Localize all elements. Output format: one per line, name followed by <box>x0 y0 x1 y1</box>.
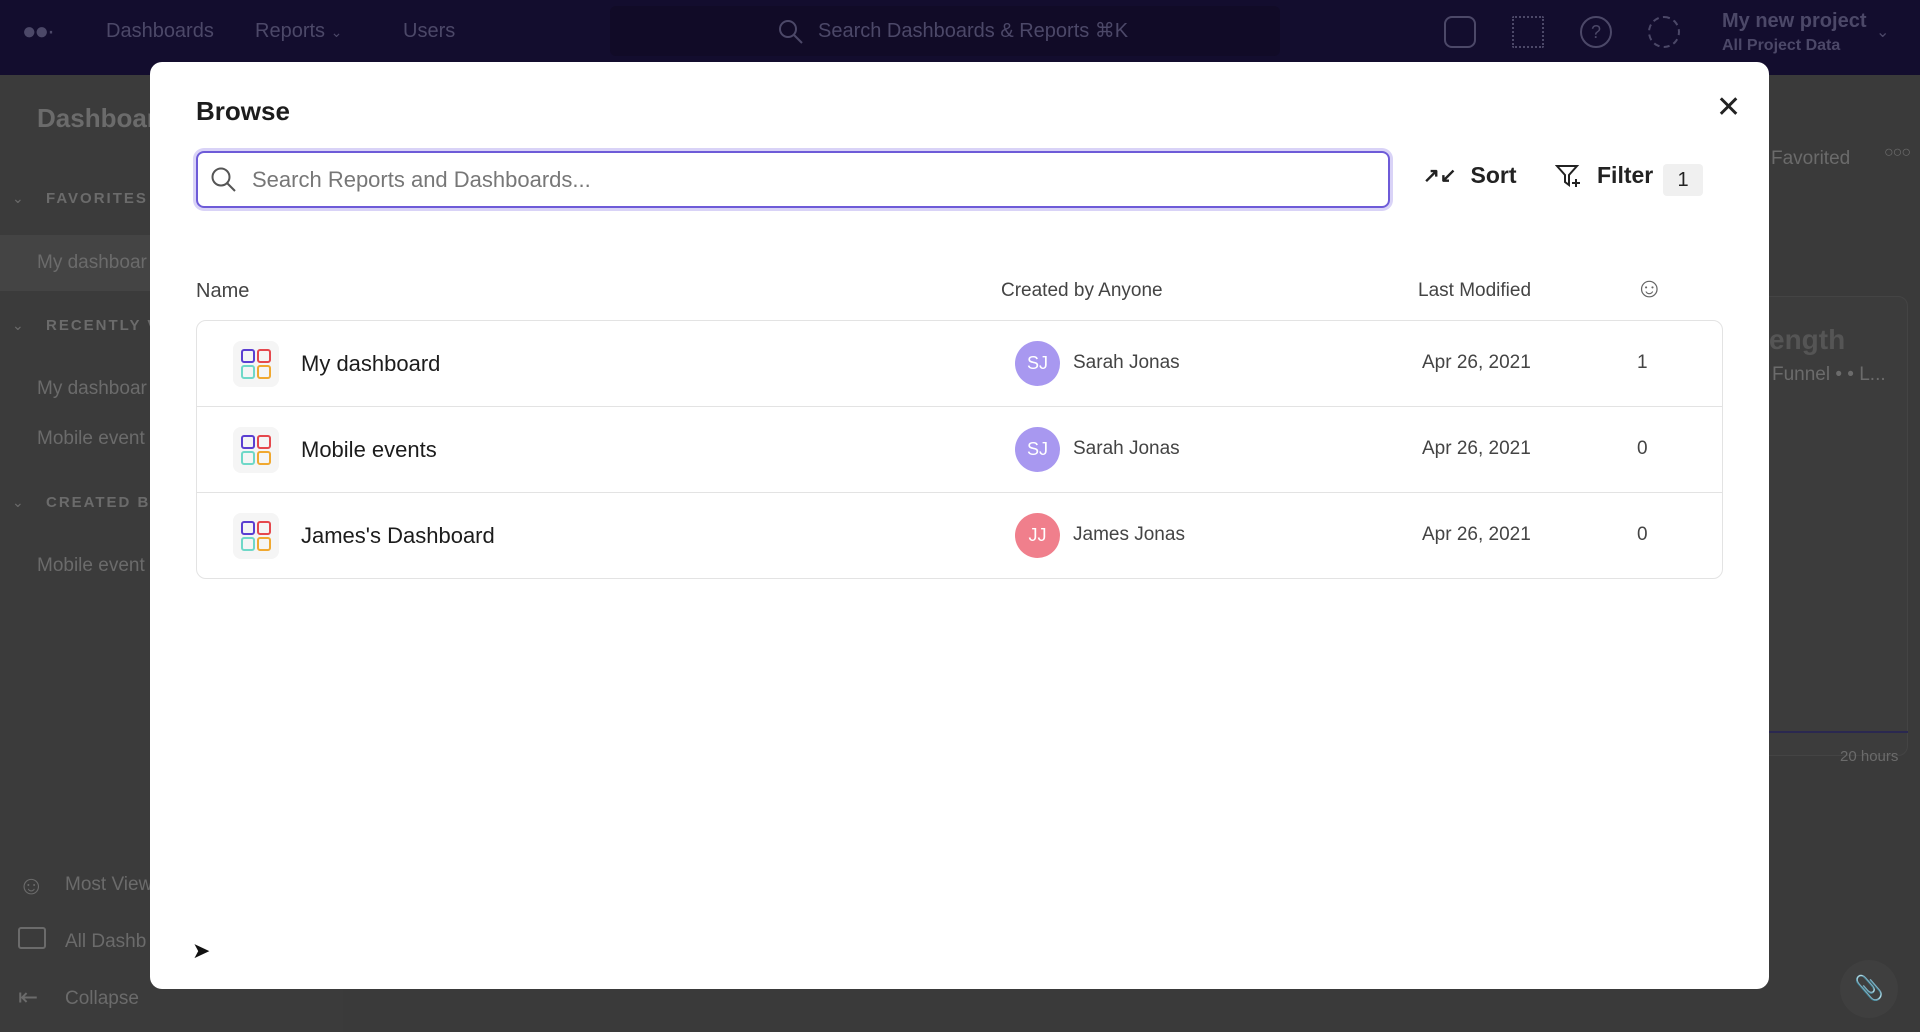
attachment-button[interactable]: 📎 <box>1840 960 1898 1018</box>
row-modified: Apr 26, 2021 <box>1422 352 1531 373</box>
filter-button[interactable]: Filter <box>1555 162 1653 189</box>
sidebar-most-viewed[interactable]: Most View <box>65 874 152 896</box>
search-icon <box>779 20 803 44</box>
logo[interactable]: ●●· <box>22 18 55 46</box>
global-search-placeholder: Search Dashboards & Reports ⌘K <box>818 20 1129 42</box>
bg-card-title: ength <box>1769 324 1846 355</box>
sort-icon: ↗↙ <box>1423 165 1457 187</box>
project-switcher[interactable]: My new project All Project Data <box>1722 10 1866 55</box>
column-name[interactable]: Name <box>196 280 249 303</box>
dashboard-icon <box>233 513 279 559</box>
table-row[interactable]: James's Dashboard JJ James Jonas Apr 26,… <box>197 493 1722 579</box>
project-scope: All Project Data <box>1722 37 1841 54</box>
bg-favorited[interactable]: Favorited <box>1771 148 1850 170</box>
search-icon <box>211 167 236 192</box>
results-table: My dashboard SJ Sarah Jonas Apr 26, 2021… <box>196 320 1723 579</box>
smiley-icon: ☺ <box>18 870 45 900</box>
column-created-by[interactable]: Created by Anyone <box>1001 280 1163 302</box>
browse-search-input[interactable] <box>252 153 1372 206</box>
nav-reports-label: Reports <box>255 20 326 42</box>
mouse-cursor: ➤ <box>192 938 211 963</box>
browse-modal: Browse ✕ ↗↙ Sort Filter 1 Name Created b… <box>150 62 1769 989</box>
help-icon[interactable]: ? <box>1580 16 1612 48</box>
browse-search-field[interactable] <box>196 151 1390 208</box>
bg-chart-line <box>1769 731 1908 733</box>
smiley-icon[interactable]: ☺ <box>1635 272 1664 304</box>
sidebar-title: Dashboar <box>37 103 157 133</box>
nav-users[interactable]: Users <box>403 20 455 43</box>
folder-icon <box>18 927 46 949</box>
nav-reports[interactable]: Reports ⌄ <box>255 20 342 43</box>
column-last-modified[interactable]: Last Modified <box>1418 280 1531 302</box>
sort-label: Sort <box>1470 162 1517 188</box>
section-favorites[interactable]: FAVORITES <box>46 190 148 207</box>
database-icon[interactable] <box>1444 16 1476 48</box>
sidebar-collapse[interactable]: Collapse <box>65 988 139 1010</box>
chevron-down-icon[interactable]: ⌄ <box>1876 22 1889 42</box>
collapse-icon: ⇤ <box>18 984 39 1011</box>
row-modified: Apr 26, 2021 <box>1422 524 1531 545</box>
modal-title: Browse <box>196 96 290 126</box>
chevron-down-icon[interactable]: ⌄ <box>12 494 24 511</box>
gear-icon[interactable] <box>1648 16 1680 48</box>
section-recently-viewed[interactable]: RECENTLY V <box>46 317 159 334</box>
row-name[interactable]: My dashboard <box>301 351 440 377</box>
more-icon[interactable]: ○○○ <box>1884 144 1911 162</box>
nav-dashboards[interactable]: Dashboards <box>106 20 214 43</box>
apps-grid-icon[interactable] <box>1512 16 1544 48</box>
sidebar-item-my-dashboard-recent[interactable]: My dashboar <box>37 378 147 400</box>
sidebar-item-mobile-events-recent[interactable]: Mobile event <box>37 428 145 450</box>
bg-card-subtitle: Funnel • • L... <box>1772 364 1886 385</box>
sort-button[interactable]: ↗↙ Sort <box>1423 162 1517 189</box>
chevron-down-icon[interactable]: ⌄ <box>12 190 24 207</box>
sidebar-all-dashboards[interactable]: All Dashb <box>65 931 146 953</box>
chevron-down-icon[interactable]: ⌄ <box>12 317 24 334</box>
table-row[interactable]: My dashboard SJ Sarah Jonas Apr 26, 2021… <box>197 321 1722 407</box>
chevron-down-icon: ⌄ <box>330 24 343 40</box>
global-search[interactable]: Search Dashboards & Reports ⌘K <box>610 6 1280 56</box>
close-icon[interactable]: ✕ <box>1716 90 1741 125</box>
avatar: SJ <box>1015 341 1060 386</box>
row-name[interactable]: James's Dashboard <box>301 523 495 549</box>
section-created-by-me[interactable]: CREATED B <box>46 494 150 511</box>
row-creator: James Jonas <box>1073 524 1185 545</box>
sidebar-item-mobile-events-created[interactable]: Mobile event <box>37 555 145 577</box>
row-name[interactable]: Mobile events <box>301 437 437 463</box>
row-creator: Sarah Jonas <box>1073 438 1180 459</box>
filter-count-badge: 1 <box>1663 164 1703 196</box>
row-count: 0 <box>1637 524 1648 545</box>
filter-add-icon <box>1555 164 1580 187</box>
dashboard-icon <box>233 341 279 387</box>
table-row[interactable]: Mobile events SJ Sarah Jonas Apr 26, 202… <box>197 407 1722 493</box>
avatar: JJ <box>1015 513 1060 558</box>
row-modified: Apr 26, 2021 <box>1422 438 1531 459</box>
filter-label: Filter <box>1597 162 1654 188</box>
row-count: 0 <box>1637 438 1648 459</box>
row-count: 1 <box>1637 352 1648 373</box>
avatar: SJ <box>1015 427 1060 472</box>
row-creator: Sarah Jonas <box>1073 352 1180 373</box>
sidebar-item-my-dashboard[interactable]: My dashboar <box>37 252 147 274</box>
bg-time-label: 20 hours <box>1840 748 1899 765</box>
project-name: My new project <box>1722 10 1867 32</box>
dashboard-icon <box>233 427 279 473</box>
